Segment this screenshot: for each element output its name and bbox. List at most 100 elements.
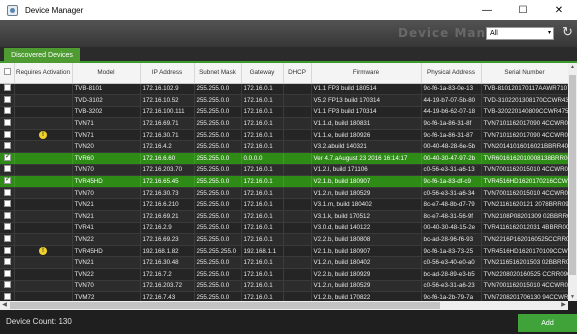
- row-select-cell[interactable]: [0, 164, 15, 177]
- select-all-header[interactable]: [0, 63, 15, 84]
- row-checkbox[interactable]: [4, 84, 11, 92]
- row-checkbox[interactable]: [4, 200, 11, 208]
- column-header[interactable]: Subnet Mask: [194, 63, 242, 84]
- row-select-cell[interactable]: [0, 187, 15, 200]
- row-select-cell[interactable]: [0, 245, 15, 258]
- row-checkbox[interactable]: [4, 292, 11, 300]
- scroll-up-icon[interactable]: ▲: [568, 64, 577, 70]
- column-header[interactable]: Requires Activation: [14, 63, 73, 84]
- row-checkbox[interactable]: [4, 153, 11, 161]
- table-cell: TVN20141016016021BBRR401126289W: [481, 140, 568, 154]
- table-row[interactable]: TVN21 172.16.30.48 255.255.0.0 172.16.0.1 V1…: [0, 256, 568, 269]
- column-header[interactable]: Model: [72, 63, 141, 84]
- table-cell: TVN7001162015010 4CCWR090102237W: [481, 164, 568, 177]
- row-select-cell[interactable]: [0, 106, 15, 119]
- row-select-cell[interactable]: [0, 280, 15, 293]
- close-button[interactable]: ✕: [541, 0, 577, 20]
- table-row[interactable]: TVN71 172.16.69.71 255.255.0.0 172.16.0.1 V1…: [0, 117, 568, 130]
- device-count: Device Count: 130: [6, 317, 72, 326]
- table-cell: 172.16.0.1: [241, 106, 284, 119]
- row-checkbox[interactable]: [4, 246, 11, 254]
- row-checkbox[interactable]: [4, 258, 11, 266]
- row-checkbox[interactable]: [4, 188, 11, 196]
- table-cell: TVN2108P08201309 02BBRR090037341W: [481, 210, 568, 223]
- table-row[interactable]: TVR45HD172.16.65.45255.255.0.0172.16.0.1…: [0, 175, 568, 188]
- scroll-left-icon[interactable]: ◀: [0, 301, 9, 308]
- table-row[interactable]: ! TVR45HD 192.168.1.82 255.255.255.0 192.168…: [0, 245, 568, 258]
- row-checkbox[interactable]: [4, 223, 11, 231]
- table-row[interactable]: TVR60172.16.6.60255.255.0.00.0.0.0 Ver 4.…: [0, 152, 568, 165]
- title-bar: Device Manager — ☐ ✕: [0, 0, 577, 20]
- row-select-cell[interactable]: [0, 83, 15, 96]
- vertical-scroll-thumb[interactable]: [569, 75, 576, 275]
- table-cell: TVN22: [72, 233, 141, 246]
- row-select-cell[interactable]: [0, 140, 15, 154]
- table-cell: [283, 187, 312, 200]
- row-checkbox[interactable]: [4, 235, 11, 243]
- row-checkbox[interactable]: [4, 119, 11, 127]
- column-header[interactable]: Firmware: [311, 63, 422, 84]
- row-select-cell[interactable]: [0, 94, 15, 107]
- warning-icon: !: [39, 131, 47, 140]
- column-header[interactable]: Physical Address: [421, 63, 482, 84]
- row-checkbox[interactable]: [4, 176, 11, 185]
- table-row[interactable]: TVN21 172.16.69.21 255.255.0.0 172.16.0.1 V3…: [0, 210, 568, 223]
- table-row[interactable]: TVM72 172.16.7.43 255.255.0.0 172.16.0.1 V1.…: [0, 291, 568, 301]
- column-header[interactable]: IP Address: [140, 63, 195, 84]
- table-row[interactable]: TVN70 172.16.203.72 255.255.0.0 172.16.0.1 V…: [0, 280, 568, 293]
- table-row[interactable]: TVB-8101 172.16.102.9 255.255.0.0 172.16.0.…: [0, 83, 568, 96]
- add-button[interactable]: Add: [518, 314, 577, 332]
- scroll-right-icon[interactable]: ▶: [559, 301, 568, 308]
- table-cell: 172.16.0.1: [241, 129, 284, 142]
- table-cell: 9c-f6-1a-83-0e-13: [421, 83, 482, 96]
- row-select-cell[interactable]: [0, 233, 15, 246]
- row-select-cell[interactable]: [0, 222, 15, 235]
- row-checkbox[interactable]: [4, 269, 11, 277]
- table-row[interactable]: TVN21 172.16.6.210 255.255.0.0 172.16.0.1 V3…: [0, 198, 568, 212]
- table-row[interactable]: TVD-3102 172.16.10.52 255.255.0.0 172.16.0.…: [0, 94, 568, 107]
- vertical-scrollbar[interactable]: ▲ ▼: [568, 63, 577, 301]
- table-row[interactable]: TVN70 172.16.203.70 255.255.0.0 172.16.0.1 V…: [0, 164, 568, 177]
- row-select-cell[interactable]: [0, 268, 15, 281]
- table-row[interactable]: TVN22 172.16.69.23 255.255.0.0 172.16.0.1 V2…: [0, 233, 568, 246]
- refresh-icon[interactable]: ↻: [562, 24, 573, 40]
- column-header[interactable]: Gateway: [241, 63, 284, 84]
- row-select-cell[interactable]: [0, 129, 15, 142]
- table-row[interactable]: TVR41 172.16.2.9 255.255.0.0 172.16.0.1 V3.0…: [0, 222, 568, 235]
- table-cell: TVN7101162017090 4CCWR090247146W: [481, 129, 568, 142]
- horizontal-scroll-thumb[interactable]: [10, 302, 440, 309]
- row-select-cell[interactable]: [0, 175, 15, 188]
- row-checkbox[interactable]: [4, 142, 11, 150]
- device-filter-select[interactable]: All ▾: [486, 27, 554, 40]
- status-bar: Device Count: 130 Add: [0, 310, 577, 334]
- row-checkbox[interactable]: [4, 95, 11, 103]
- row-select-cell[interactable]: [0, 291, 15, 301]
- row-checkbox[interactable]: [4, 211, 11, 219]
- column-header[interactable]: Serial Number: [481, 63, 568, 84]
- maximize-button[interactable]: ☐: [505, 0, 541, 20]
- table-row[interactable]: TVN20 172.16.4.2 255.255.0.0 172.16.0.1 V3.2…: [0, 140, 568, 154]
- select-all-checkbox[interactable]: [4, 68, 12, 76]
- row-checkbox[interactable]: [4, 165, 11, 173]
- table-row[interactable]: TVN22 172.16.7.2 255.255.0.0 172.16.0.1 V2.2…: [0, 268, 568, 281]
- row-checkbox[interactable]: [4, 281, 11, 289]
- row-select-cell[interactable]: [0, 117, 15, 130]
- table-row[interactable]: TVN70 172.16.30.73 255.255.0.0 172.16.0.1 V1…: [0, 187, 568, 200]
- row-select-cell[interactable]: [0, 256, 15, 269]
- scroll-down-icon[interactable]: ▼: [568, 294, 577, 300]
- table-cell: TVN71: [72, 129, 141, 142]
- row-select-cell[interactable]: [0, 198, 15, 212]
- table-cell: c0-56-e3-31-a6-23: [421, 280, 482, 293]
- row-checkbox[interactable]: [4, 130, 11, 138]
- row-checkbox[interactable]: [4, 107, 11, 115]
- row-select-cell[interactable]: [0, 152, 15, 165]
- minimize-button[interactable]: —: [469, 0, 505, 20]
- row-select-cell[interactable]: [0, 210, 15, 223]
- horizontal-scrollbar[interactable]: ◀ ▶: [0, 301, 568, 310]
- table-row[interactable]: ! TVN71 172.16.30.71 255.255.0.0 172.16.0.1 V…: [0, 129, 568, 142]
- table-cell: 172.16.69.21: [140, 210, 195, 223]
- column-header[interactable]: DHCP: [283, 63, 312, 84]
- table-cell: 172.16.0.1: [241, 94, 284, 107]
- tab-discovered-devices[interactable]: Discovered Devices: [4, 48, 80, 63]
- table-row[interactable]: TVB-3202 172.16.100.111 255.255.0.0 172.16.…: [0, 106, 568, 119]
